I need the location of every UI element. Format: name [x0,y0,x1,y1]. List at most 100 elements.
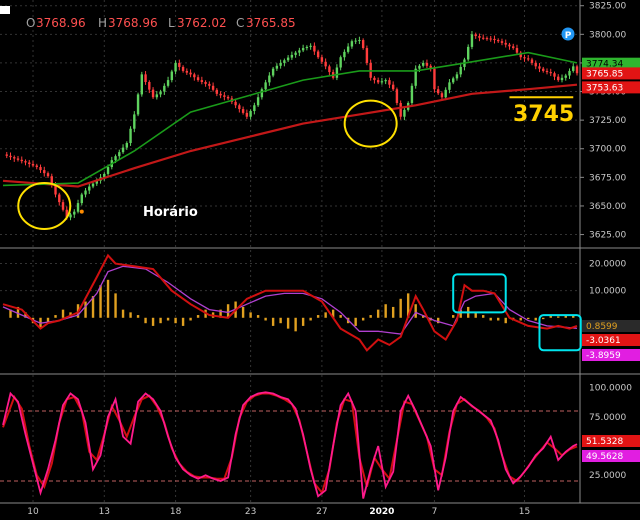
candle-body [549,72,552,74]
candle-body [136,94,140,115]
candle-body [305,46,309,49]
candle-body [298,50,301,53]
candle-body [545,70,549,73]
candle-body [557,76,560,81]
candle[interactable] [365,45,369,66]
candle-body [542,68,545,71]
price-tick-label: 3675.00 [589,173,626,183]
candle-body [20,159,23,162]
price-tag-label: 3765.85 [586,69,623,79]
candle-body [200,80,204,82]
macd-histogram-bar [121,309,125,318]
macd-histogram-bar [166,317,170,321]
candle-body [410,85,414,103]
candle-body [365,48,369,63]
candle-body [391,84,395,90]
macd-value-tag: -3.8959 [582,349,640,361]
candle[interactable] [467,44,470,62]
candle[interactable] [140,71,144,97]
candle-body [58,194,61,203]
candle-body [361,40,365,49]
candle[interactable] [136,92,140,117]
trading-chart[interactable]: 3825.003800.003775.003750.003725.003700.… [0,0,640,520]
candle-body [474,34,477,37]
candle-body [279,62,282,66]
candle-body [181,66,185,71]
macd-histogram-bar [264,317,267,321]
macd-histogram-bar [301,317,305,326]
macd-histogram-bar [106,279,110,318]
macd-histogram-bar [339,315,342,318]
macd-histogram-bar [376,309,380,318]
candle-body [185,70,189,73]
candle-body [211,85,215,90]
candle-body [451,78,455,83]
candle-body [283,60,286,63]
candle-body [268,75,271,83]
candle-body [256,97,260,106]
time-tick-label: 10 [27,507,39,517]
candle-body [485,38,489,40]
candle-body [339,57,342,68]
macd-histogram-bar [174,317,177,324]
macd-histogram-bar [391,306,395,318]
macd-histogram-bar [482,315,485,318]
candle-body [384,80,387,82]
candle-body [249,110,252,117]
candle-body [403,109,406,117]
close-label: C [236,16,244,30]
candle[interactable] [399,100,402,120]
candle-body [223,95,226,97]
price-tag: 3753.63 [582,81,640,94]
candle-body [388,80,391,85]
candle-body [470,34,474,47]
macd-value-tag-label: -3.8959 [586,351,621,361]
symbol-swatch-icon [0,6,10,14]
candle-body [144,74,147,82]
candle-body [140,74,144,95]
time-tick-label: 23 [245,507,256,517]
candle[interactable] [414,65,417,89]
candle-body [238,105,241,110]
candle-body [13,157,16,159]
price-tick-label: 3700.00 [589,145,626,155]
candle-body [215,89,219,94]
macd-histogram-bar [361,317,365,321]
candle[interactable] [433,66,436,93]
candle-body [241,109,245,113]
candle-body [118,152,121,157]
timeframe-label: Horário [143,205,198,220]
candle-body [515,48,519,53]
candle-body [54,185,57,195]
candle-body [575,66,579,74]
candle[interactable] [395,87,399,106]
high-label: H [98,16,107,30]
candle-body [572,66,575,71]
macd-histogram-bar [136,315,140,318]
stoch-tick-label: 75.0000 [589,413,626,423]
candle-body [467,46,470,60]
candle-body [512,46,515,49]
macd-histogram-bar [196,315,200,318]
macd-value-tag-label: -3.0361 [586,336,621,346]
candle-body [527,58,530,60]
candle[interactable] [129,126,132,146]
candle-body [125,143,129,148]
candle-body [448,82,451,90]
macd-histogram-bar [309,317,312,321]
time-tick-label: 15 [519,507,530,517]
low-value: 3762.02 [177,16,227,30]
stoch-tick-label: 100.0000 [589,384,632,394]
candle-body [523,57,526,59]
macd-histogram-bar [286,317,290,329]
open-value: 3768.96 [36,16,86,30]
candle-body [376,80,380,83]
time-tick-label: 18 [170,507,182,517]
candle-body [133,114,136,129]
candle-body [478,36,481,38]
close-value: 3765.85 [246,16,296,30]
macd-histogram-bar [534,317,537,321]
candle-body [560,77,564,81]
candle[interactable] [410,83,414,106]
candle-body [343,51,346,58]
